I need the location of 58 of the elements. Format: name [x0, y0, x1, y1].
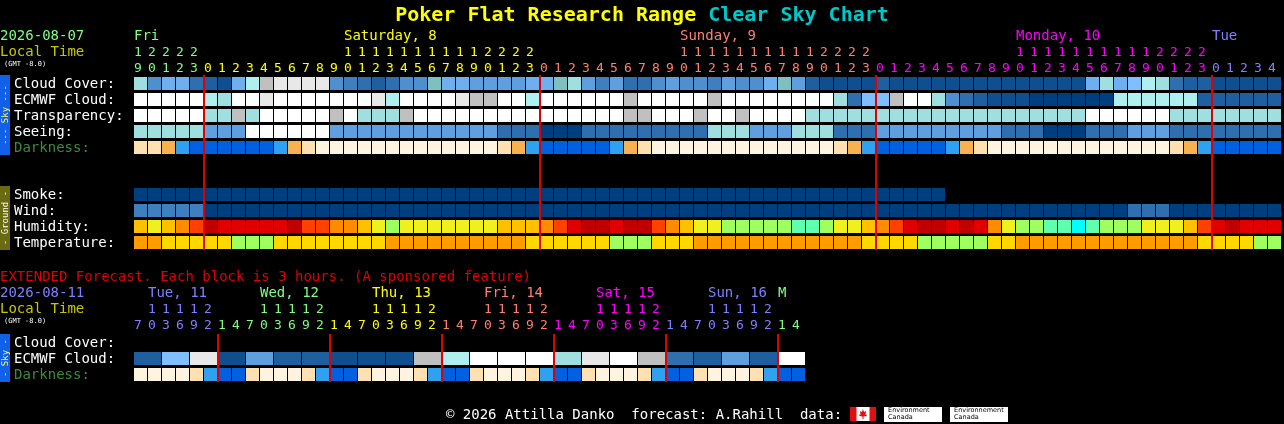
hour-units: 012345678901234567890123	[876, 60, 1212, 75]
chart-title: Clear Sky Chart	[708, 1, 889, 26]
hour-tens: 11112	[371, 301, 442, 316]
row-label: Humidity:	[14, 218, 91, 234]
extended-forecast-note: EXTENDED Forecast. Each block is 3 hours. (A sponsored feature)	[0, 268, 532, 284]
day-label: Monday, 10	[1016, 27, 1101, 43]
hour-units: 012345678901234567890123	[204, 60, 540, 75]
hour-tens: 11112	[483, 301, 554, 316]
hour-tens: 11112	[147, 301, 218, 316]
hour-units: 14703692	[554, 317, 666, 332]
row-label: Smoke:	[14, 186, 66, 202]
row-label: Cloud Cover:	[14, 75, 117, 91]
row-label: ECMWF Cloud:	[14, 91, 117, 107]
hour-tens: 12222	[134, 44, 204, 59]
day-label: Sunday, 9	[680, 27, 756, 43]
row-label: Transparency:	[14, 107, 125, 123]
hour-units: 14703692	[442, 317, 554, 332]
section-bar: - Ground -	[0, 186, 10, 250]
local-time-label: Local Time	[0, 43, 85, 59]
hour-tens: 11111111112222	[1014, 44, 1212, 59]
day-label: Sat, 15	[596, 284, 655, 300]
row-label: Temperature:	[14, 234, 117, 250]
day-label: Saturday, 8	[344, 27, 437, 43]
day-label: Wed, 12	[260, 284, 319, 300]
hour-tens: 11112	[595, 301, 666, 316]
row-label: ECMWF Cloud:	[14, 350, 117, 366]
row-label: Wind:	[14, 202, 58, 218]
hour-tens: 11112	[707, 301, 778, 316]
section-bar: --- Sky ---	[0, 75, 10, 155]
section-bar: - Sky -	[0, 334, 10, 382]
hour-units: 01234	[1212, 60, 1282, 75]
hour-tens: 11111111112222	[342, 44, 540, 59]
local-time-label: Local Time	[0, 300, 85, 316]
day-label: Tue	[1212, 27, 1238, 43]
day-label: Fri, 14	[484, 284, 543, 300]
hour-units: 14703692	[330, 317, 442, 332]
day-label: Tue, 11	[148, 284, 207, 300]
credits-text: © 2026 Attilla Danko forecast: A.Rahill data:	[445, 406, 843, 422]
flag-icon	[850, 407, 877, 421]
hour-units: 90123	[134, 60, 204, 75]
day-label: Sun, 16	[708, 284, 767, 300]
hour-units: 14703692	[218, 317, 330, 332]
hour-tens: 11112	[259, 301, 330, 316]
hour-units: 703692	[134, 317, 218, 332]
hour-tens: 11111111112222	[678, 44, 876, 59]
hour-units: 14703692	[666, 317, 778, 332]
day-label: Fri	[134, 27, 160, 43]
row-label: Cloud Cover:	[14, 334, 117, 350]
date-label: 2026-08-07	[0, 27, 85, 43]
site-title: Poker Flat Research Range	[395, 1, 697, 26]
day-label: M	[778, 284, 787, 300]
row-label: Seeing:	[14, 123, 74, 139]
hour-units: 012345678901234567890123	[540, 60, 876, 75]
date-label: 2026-08-11	[0, 284, 85, 300]
row-label: Darkness:	[14, 366, 91, 382]
day-label: Thu, 13	[372, 284, 431, 300]
row-label: Darkness:	[14, 139, 91, 155]
hour-units: 14	[778, 317, 806, 332]
